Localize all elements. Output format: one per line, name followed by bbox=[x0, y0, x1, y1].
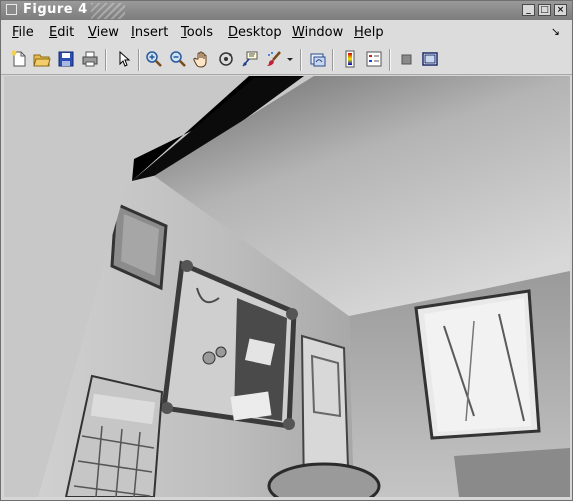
pan-hand-icon[interactable] bbox=[193, 50, 211, 68]
edit-plot-arrow-icon[interactable] bbox=[115, 50, 133, 68]
hide-plot-tools-icon[interactable] bbox=[397, 50, 415, 68]
brush-dropdown-icon[interactable] bbox=[285, 50, 295, 68]
show-plot-tools-icon[interactable] bbox=[421, 50, 439, 68]
menu-insert[interactable]: Insert bbox=[131, 25, 168, 40]
figure-toolbar bbox=[1, 44, 572, 75]
figure-canvas[interactable] bbox=[4, 76, 570, 497]
brush-icon[interactable] bbox=[265, 50, 283, 68]
save-icon[interactable] bbox=[57, 50, 75, 68]
data-cursor-icon[interactable] bbox=[241, 50, 259, 68]
dock-arrow-icon[interactable]: ↘ bbox=[551, 25, 560, 38]
menu-desktop[interactable]: Desktop bbox=[228, 25, 282, 40]
warped-image bbox=[38, 76, 570, 497]
menu-tools[interactable]: Tools bbox=[181, 25, 213, 40]
link-plot-icon[interactable] bbox=[309, 50, 327, 68]
toolbar-separator bbox=[389, 49, 391, 71]
menu-help[interactable]: Help bbox=[354, 25, 384, 40]
close-button[interactable]: × bbox=[554, 4, 567, 16]
zoom-out-icon[interactable] bbox=[169, 50, 187, 68]
menu-view[interactable]: View bbox=[88, 25, 119, 40]
title-bar[interactable]: Figure 4 _ □ × bbox=[1, 1, 572, 20]
toolbar-separator bbox=[300, 49, 302, 71]
new-figure-icon[interactable] bbox=[10, 50, 28, 68]
title-bar-decoration bbox=[91, 3, 125, 19]
minimize-button[interactable]: _ bbox=[522, 4, 535, 16]
menu-window[interactable]: Window bbox=[292, 25, 343, 40]
menu-file[interactable]: File bbox=[12, 25, 34, 40]
menu-bar: File Edit View Insert Tools Desktop Wind… bbox=[1, 20, 572, 44]
window-menu-icon[interactable] bbox=[6, 4, 17, 15]
figure-window: Figure 4 _ □ × File Edit View Insert Too… bbox=[0, 0, 573, 501]
open-file-icon[interactable] bbox=[33, 50, 51, 68]
rotate-3d-icon[interactable] bbox=[217, 50, 235, 68]
toolbar-separator bbox=[105, 49, 107, 71]
toolbar-separator bbox=[138, 49, 140, 71]
menu-edit[interactable]: Edit bbox=[49, 25, 74, 40]
insert-colorbar-icon[interactable] bbox=[341, 50, 359, 68]
print-icon[interactable] bbox=[81, 50, 99, 68]
toolbar-separator bbox=[332, 49, 334, 71]
window-title: Figure 4 bbox=[23, 2, 88, 17]
insert-legend-icon[interactable] bbox=[365, 50, 383, 68]
zoom-in-icon[interactable] bbox=[145, 50, 163, 68]
maximize-button[interactable]: □ bbox=[538, 4, 551, 16]
